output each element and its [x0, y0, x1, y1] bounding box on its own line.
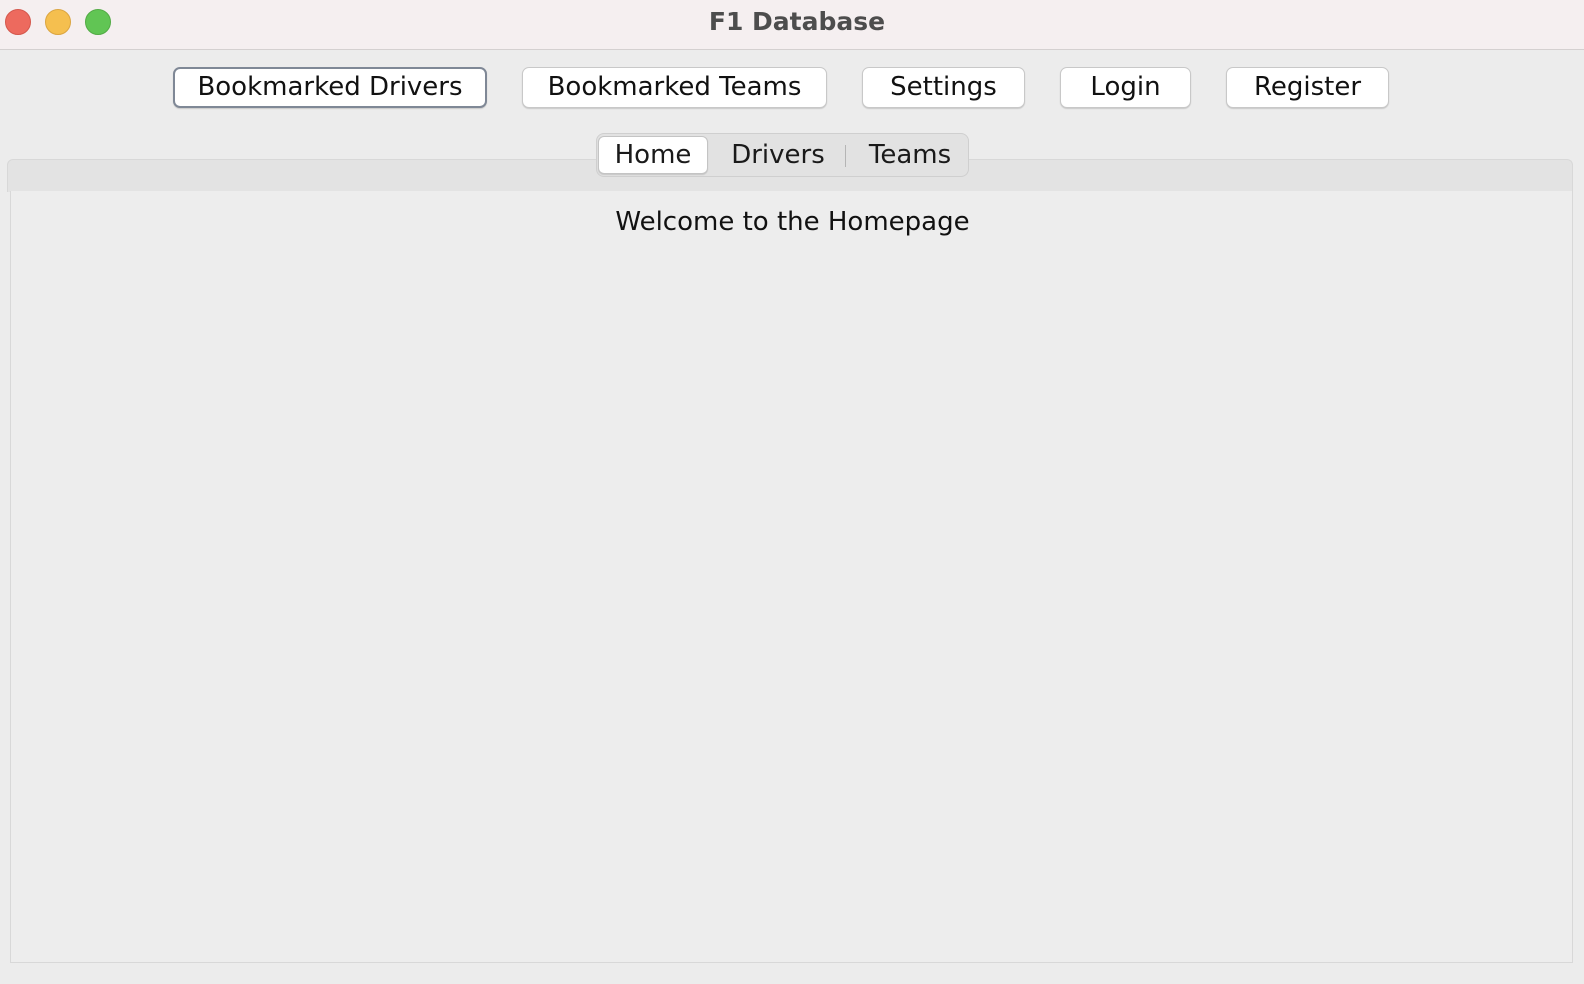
title-bar: F1 Database	[0, 0, 1584, 50]
tab-separator	[845, 145, 846, 167]
tab-bar: Home Drivers Teams	[596, 133, 969, 177]
tab-home[interactable]: Home	[598, 136, 708, 174]
home-panel: Welcome to the Homepage	[10, 191, 1573, 963]
welcome-text: Welcome to the Homepage	[615, 207, 970, 237]
login-button[interactable]: Login	[1060, 67, 1191, 108]
bookmarked-drivers-button[interactable]: Bookmarked Drivers	[173, 67, 487, 108]
tab-drivers[interactable]: Drivers	[718, 136, 838, 174]
bookmarked-teams-button[interactable]: Bookmarked Teams	[522, 67, 827, 108]
app-window: F1 Database Bookmarked Drivers Bookmarke…	[0, 0, 1584, 984]
window-title: F1 Database	[708, 7, 886, 36]
tab-teams[interactable]: Teams	[855, 136, 965, 174]
settings-button[interactable]: Settings	[862, 67, 1025, 108]
register-button[interactable]: Register	[1226, 67, 1389, 108]
